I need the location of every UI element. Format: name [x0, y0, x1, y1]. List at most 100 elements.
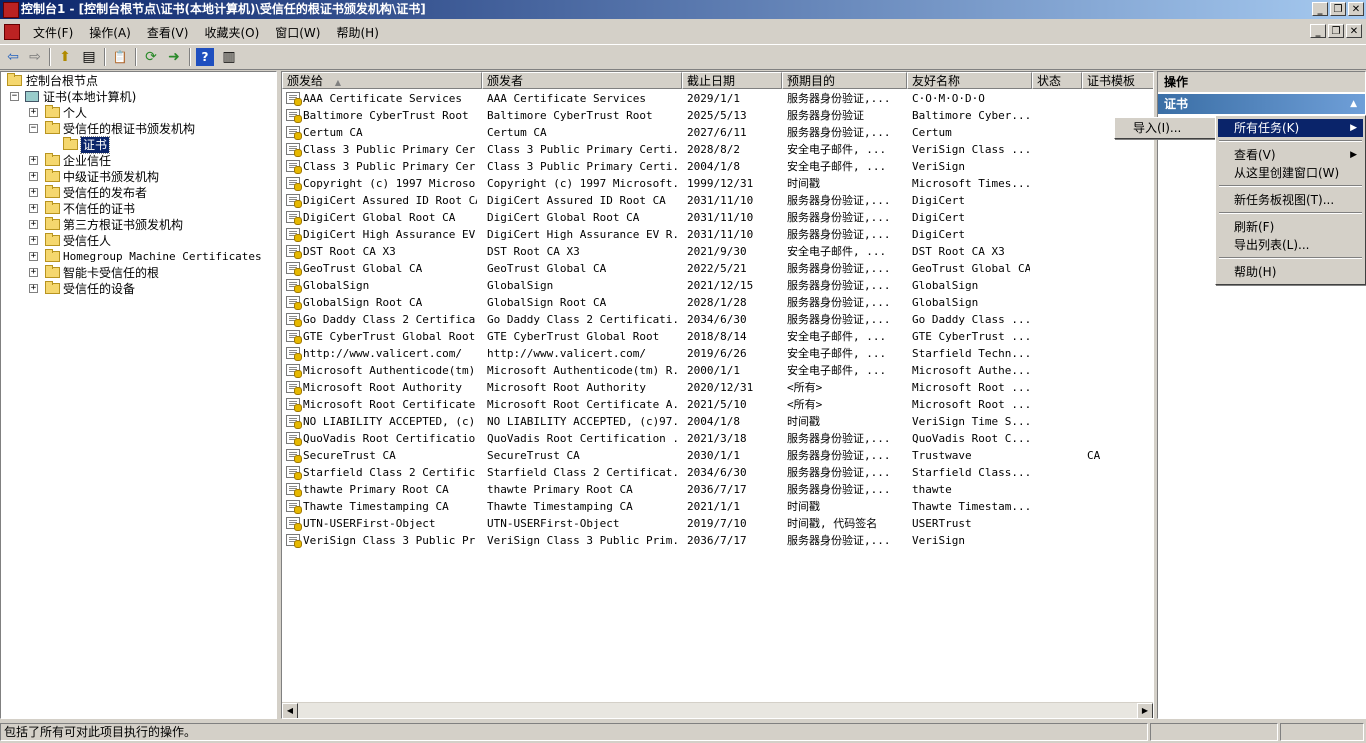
cell-friendly-name: VeriSign Time S... — [912, 415, 1030, 428]
child-close-button[interactable]: ✕ — [1346, 24, 1362, 38]
expand-icon[interactable]: + — [29, 268, 38, 277]
column-header-issued-by[interactable]: 颁发者 — [482, 72, 682, 89]
restore-button[interactable]: ❐ — [1330, 2, 1346, 16]
table-row[interactable]: GlobalSign GlobalSign 2021/12/15 服务器身份验证,..… — [282, 277, 1153, 294]
menu-item-help[interactable]: 帮助(H) — [1218, 263, 1363, 281]
scroll-left-icon[interactable]: ◀ — [282, 703, 298, 718]
expand-icon[interactable]: + — [29, 220, 38, 229]
cell-issued-by: AAA Certificate Services — [487, 92, 646, 105]
menu-window[interactable]: 窗口(W) — [267, 23, 328, 42]
table-row[interactable]: http://www.valicert.com/http://www.valic… — [282, 345, 1153, 362]
cell-issued-to: Baltimore CyberTrust Root — [303, 109, 469, 122]
expand-icon[interactable]: + — [29, 252, 38, 261]
refresh-icon[interactable]: ⟳ — [142, 48, 160, 66]
close-button[interactable]: ✕ — [1348, 2, 1364, 16]
show-hide-action-pane-icon[interactable]: ▥ — [220, 48, 238, 66]
table-row[interactable]: Microsoft Root Certificate... Microsoft R… — [282, 396, 1153, 413]
collapse-icon[interactable]: − — [10, 92, 19, 101]
table-row[interactable]: Class 3 Public Primary Cer... Class 3 Pub… — [282, 141, 1153, 158]
scroll-right-icon[interactable]: ▶ — [1137, 703, 1153, 718]
properties-icon[interactable]: 📋 — [111, 48, 129, 66]
title-bar[interactable]: 控制台1 - [控制台根节点\证书(本地计算机)\受信任的根证书颁发机构\证书]… — [0, 0, 1366, 19]
column-header-intended-purposes[interactable]: 预期目的 — [782, 72, 907, 89]
table-row[interactable]: QuoVadis Root Certificatio... QuoVadis Ro… — [282, 430, 1153, 447]
certificate-list[interactable]: 颁发给 ▲ 颁发者 截止日期 预期目的 友好名称 状态 证书模板 AAA Cer… — [281, 71, 1154, 719]
cell-intended-purposes: 时间戳 — [787, 415, 820, 428]
back-arrow-icon[interactable]: ⇦ — [4, 48, 22, 66]
horizontal-scrollbar[interactable]: ◀ ▶ — [282, 702, 1153, 718]
table-row[interactable]: Go Daddy Class 2 Certifica... Go Daddy Cl… — [282, 311, 1153, 328]
menu-item-new-taskpad-view[interactable]: 新任务板视图(T)... — [1218, 191, 1363, 209]
mmc-app-icon[interactable] — [3, 2, 19, 18]
table-row[interactable]: NO LIABILITY ACCEPTED, (c)... NO LIABILIT… — [282, 413, 1153, 430]
expand-icon[interactable]: + — [29, 108, 38, 117]
table-row[interactable]: Microsoft Authenticode(tm)... Microsoft A… — [282, 362, 1153, 379]
column-header-issued-to[interactable]: 颁发给 ▲ — [282, 72, 482, 89]
cell-issued-to: Certum CA — [303, 126, 363, 139]
child-restore-button[interactable]: ❐ — [1328, 24, 1344, 38]
menu-item-import[interactable]: 导入(I)... — [1117, 119, 1213, 137]
expand-icon[interactable]: + — [29, 156, 38, 165]
menu-item-view[interactable]: 查看(V) ▶ — [1218, 146, 1363, 164]
help-icon[interactable]: ? — [196, 48, 214, 66]
expand-icon[interactable]: + — [29, 236, 38, 245]
forward-arrow-icon[interactable]: ⇨ — [26, 48, 44, 66]
show-hide-tree-icon[interactable]: ▤ — [80, 48, 98, 66]
table-row[interactable]: DigiCert Assured ID Root CA DigiCert Assu… — [282, 192, 1153, 209]
export-list-icon[interactable]: ➜ — [165, 48, 183, 66]
table-row[interactable]: Starfield Class 2 Certific... Starfield C… — [282, 464, 1153, 481]
actions-section-certificates[interactable]: 证书 ▲ — [1158, 94, 1365, 114]
menu-help[interactable]: 帮助(H) — [328, 23, 386, 42]
table-row[interactable]: GTE CyberTrust Global Root GTE CyberTrust… — [282, 328, 1153, 345]
collapse-section-icon[interactable]: ▲ — [1350, 94, 1357, 114]
table-row[interactable]: Baltimore CyberTrust Root Baltimore Cyber… — [282, 107, 1153, 124]
table-row[interactable]: Copyright (c) 1997 Microso... Copyright (… — [282, 175, 1153, 192]
table-row[interactable]: Certum CA Certum CA 2027/6/11 服务器身份验证,... Ce… — [282, 124, 1153, 141]
table-row[interactable]: DigiCert Global Root CA DigiCert Global R… — [282, 209, 1153, 226]
cell-friendly-name: DST Root CA X3 — [912, 245, 1005, 258]
expand-icon[interactable]: + — [29, 204, 38, 213]
table-row[interactable]: UTN-USERFirst-Object UTN-USERFirst-Object… — [282, 515, 1153, 532]
column-header-status[interactable]: 状态 — [1032, 72, 1082, 89]
cell-intended-purposes: 服务器身份验证,... — [787, 449, 891, 462]
table-row[interactable]: GeoTrust Global CA GeoTrust Global CA 2022… — [282, 260, 1153, 277]
expand-icon[interactable]: + — [29, 172, 38, 181]
table-row[interactable]: Class 3 Public Primary Cer... Class 3 Pub… — [282, 158, 1153, 175]
table-row[interactable]: DST Root CA X3 DST Root CA X3 2021/9/30 安全电… — [282, 243, 1153, 260]
console-tree[interactable]: 控制台根节点 − 证书(本地计算机) + 个人 − 受信任的根证书颁发机构 证书… — [0, 71, 277, 719]
table-row[interactable]: GlobalSign Root CA GlobalSign Root CA 2028… — [282, 294, 1153, 311]
menu-item-export-list[interactable]: 导出列表(L)... — [1218, 236, 1363, 254]
table-row[interactable]: Thawte Timestamping CA Thawte Timestampin… — [282, 498, 1153, 515]
child-window-icon[interactable] — [4, 24, 20, 40]
collapse-icon[interactable]: − — [29, 124, 38, 133]
table-row[interactable]: thawte Primary Root CA thawte Primary Roo… — [282, 481, 1153, 498]
menu-item-new-window-from-here[interactable]: 从这里创建窗口(W) — [1218, 164, 1363, 182]
up-folder-icon[interactable]: ⬆ — [56, 48, 74, 66]
cell-issued-to: Starfield Class 2 Certific... — [303, 466, 477, 479]
menu-file[interactable]: 文件(F) — [25, 23, 81, 42]
table-row[interactable]: AAA Certificate Services AAA Certificate … — [282, 90, 1153, 107]
certificate-icon — [286, 466, 302, 480]
folder-icon — [45, 169, 60, 182]
table-row[interactable]: VeriSign Class 3 Public Pr... VeriSign Cl… — [282, 532, 1153, 549]
column-header-friendly-name[interactable]: 友好名称 — [907, 72, 1032, 89]
minimize-button[interactable]: _ — [1312, 2, 1328, 16]
table-row[interactable]: SecureTrust CA SecureTrust CA 2030/1/1 服务器身… — [282, 447, 1153, 464]
expand-icon[interactable]: + — [29, 284, 38, 293]
table-row[interactable]: DigiCert High Assurance EV... DigiCert Hi… — [282, 226, 1153, 243]
certificate-icon — [286, 228, 302, 242]
computer-certificates-icon — [25, 91, 39, 102]
menu-favorites[interactable]: 收藏夹(O) — [196, 23, 267, 42]
menu-item-refresh[interactable]: 刷新(F) — [1218, 218, 1363, 236]
cell-friendly-name: DigiCert — [912, 211, 965, 224]
cell-issued-by: QuoVadis Root Certification ... — [487, 432, 677, 445]
expand-icon[interactable]: + — [29, 188, 38, 197]
column-header-expiration-date[interactable]: 截止日期 — [682, 72, 782, 89]
child-minimize-button[interactable]: _ — [1310, 24, 1326, 38]
menu-item-all-tasks[interactable]: 所有任务(K) ▶ — [1218, 119, 1363, 137]
cell-expiration-date: 2034/6/30 — [687, 466, 747, 479]
table-row[interactable]: Microsoft Root Authority Microsoft Root A… — [282, 379, 1153, 396]
menu-view[interactable]: 查看(V) — [139, 23, 197, 42]
menu-action[interactable]: 操作(A) — [81, 23, 139, 42]
column-header-certificate-template[interactable]: 证书模板 — [1082, 72, 1153, 89]
